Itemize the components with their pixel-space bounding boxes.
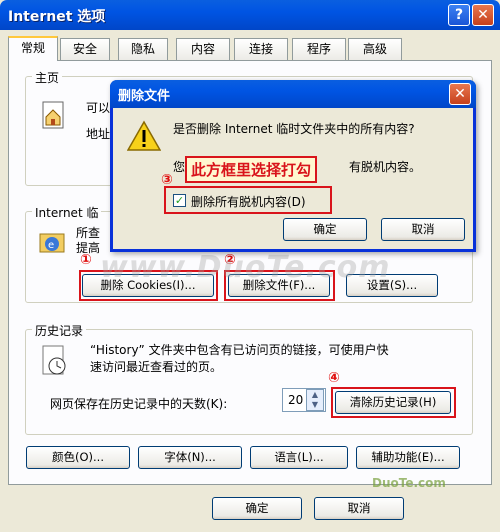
highlight-box-3 bbox=[164, 186, 332, 214]
dialog-line2-suffix: 有脱机内容。 bbox=[349, 160, 422, 174]
annotation-callout: 此方框里选择打勾 bbox=[185, 156, 318, 183]
history-description-line1: “History” 文件夹中包含有已访问页的链接，可使用户快 bbox=[90, 343, 389, 357]
tab-content[interactable]: 内容 bbox=[176, 38, 230, 60]
dialog-title: 删除文件 bbox=[118, 89, 171, 104]
fonts-button[interactable]: 字体(N)... bbox=[138, 446, 242, 469]
spin-down-icon[interactable]: ▼ bbox=[307, 400, 323, 410]
window-title: Internet 选项 bbox=[8, 9, 106, 25]
tab-general[interactable]: 常规 bbox=[8, 36, 58, 61]
history-description-line2: 速访问最近查看过的页。 bbox=[90, 360, 223, 374]
temp-files-group-label: Internet 临 bbox=[32, 204, 102, 221]
history-days-input[interactable]: 20 ▲ ▼ bbox=[282, 388, 326, 412]
warning-icon bbox=[127, 120, 161, 151]
help-button[interactable]: ? bbox=[448, 4, 470, 26]
homepage-text-2: 地址 bbox=[86, 127, 111, 141]
history-days-value: 20 bbox=[288, 393, 304, 407]
history-days-spinner[interactable]: ▲ ▼ bbox=[306, 389, 324, 411]
annotation-number-3: ③ bbox=[161, 172, 173, 188]
tab-security[interactable]: 安全 bbox=[60, 38, 110, 60]
dialog-close-button[interactable]: ✕ bbox=[449, 83, 471, 105]
tab-connections[interactable]: 连接 bbox=[234, 38, 288, 60]
homepage-text-1: 可以 bbox=[86, 101, 111, 115]
languages-button[interactable]: 语言(L)... bbox=[250, 446, 348, 469]
highlight-box-4 bbox=[331, 387, 456, 418]
history-days-label: 网页保存在历史记录中的天数(K): bbox=[50, 397, 228, 411]
annotation-number-4: ④ bbox=[328, 370, 340, 386]
dialog-ok-button[interactable]: 确定 bbox=[283, 218, 367, 241]
homepage-group-label: 主页 bbox=[32, 69, 63, 86]
colors-button[interactable]: 颜色(O)... bbox=[26, 446, 130, 469]
history-group: 历史记录 “History” 文件夹中包含有已访问页的链接，可使用户快 速访问最… bbox=[25, 322, 473, 435]
cancel-button[interactable]: 取消 bbox=[314, 497, 404, 520]
history-group-label: 历史记录 bbox=[32, 322, 87, 339]
spin-up-icon[interactable]: ▲ bbox=[307, 390, 323, 400]
window-titlebar[interactable]: Internet 选项 ? ✕ bbox=[0, 0, 500, 30]
tab-advanced[interactable]: 高级 bbox=[348, 38, 402, 60]
svg-text:e: e bbox=[48, 240, 54, 251]
home-page-icon bbox=[42, 101, 64, 129]
dialog-titlebar[interactable]: 删除文件 ✕ bbox=[110, 80, 476, 108]
dialog-line2-prefix: 您 bbox=[173, 160, 186, 174]
annotation-number-1: ① bbox=[80, 252, 92, 268]
tab-programs[interactable]: 程序 bbox=[292, 38, 346, 60]
tab-privacy[interactable]: 隐私 bbox=[118, 38, 168, 60]
ie-folder-icon: e bbox=[39, 233, 65, 253]
dialog-cancel-button[interactable]: 取消 bbox=[381, 218, 465, 241]
history-icon bbox=[42, 345, 66, 375]
watermark-corner: DuoTe.com bbox=[372, 476, 446, 490]
dialog-question: 是否删除 Internet 临时文件夹中的所有内容? bbox=[173, 122, 415, 136]
ok-button[interactable]: 确定 bbox=[212, 497, 302, 520]
close-button[interactable]: ✕ bbox=[472, 4, 494, 26]
accessibility-button[interactable]: 辅助功能(E)... bbox=[356, 446, 460, 469]
watermark-center: www.DuoTe.com bbox=[100, 250, 391, 285]
